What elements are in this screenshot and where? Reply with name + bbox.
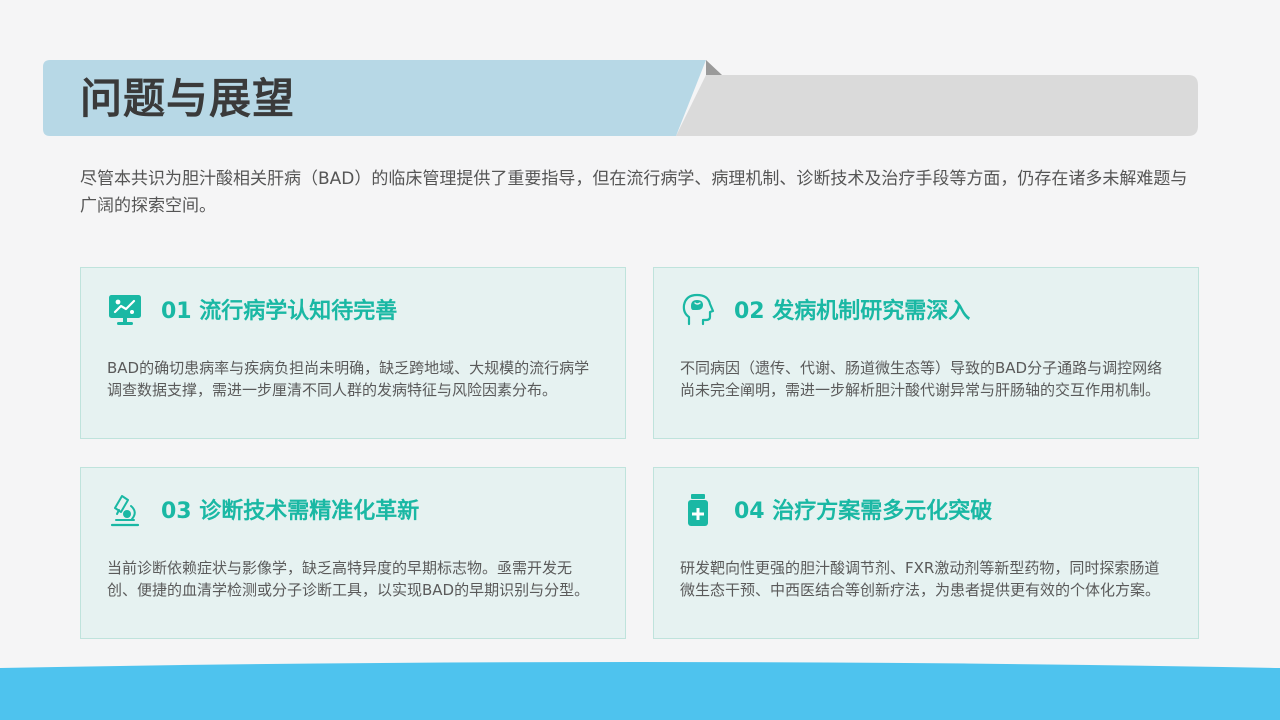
card-text: 研发靶向性更强的胆汁酸调节剂、FXR激动剂等新型药物，同时探索肠道微生态干预、中… [680,559,1161,599]
card-epidemiology: 01 流行病学认知待完善 BAD的确切患病率与疾病负担尚未明确，缺乏跨地域、大规… [80,267,626,439]
header-banner: 问题与展望 [0,0,1280,150]
card-text: 当前诊断依赖症状与影像学，缺乏高特异度的早期标志物。亟需开发无创、便捷的血清学检… [107,559,590,599]
card-title: 03 诊断技术需精准化革新 [161,499,420,524]
card-treatment: 04 治疗方案需多元化突破 研发靶向性更强的胆汁酸调节剂、FXR激动剂等新型药物… [653,467,1199,639]
medicine-bottle-icon [688,494,708,526]
card-title: 01 流行病学认知待完善 [161,299,398,324]
head-brain-icon [682,293,715,326]
intro-paragraph: 尽管本共识为胆汁酸相关肝病（BAD）的临床管理提供了重要指导，但在流行病学、病理… [80,169,1188,216]
card-title: 02 发病机制研究需深入 [734,299,971,324]
card-title: 04 治疗方案需多元化突破 [734,499,993,524]
page-title: 问题与展望 [80,74,296,123]
monitor-chart-icon [109,295,141,325]
microscope-icon [110,495,140,527]
card-pathogenesis: 02 发病机制研究需深入 不同病因（遗传、代谢、肠道微生态等）导致的BAD分子通… [653,267,1199,439]
card-text: BAD的确切患病率与疾病负担尚未明确，缺乏跨地域、大规模的流行病学调查数据支撑，… [107,359,590,399]
card-diagnosis: 03 诊断技术需精准化革新 当前诊断依赖症状与影像学，缺乏高特异度的早期标志物。… [80,467,626,639]
footer-wave [0,662,1280,720]
card-text: 不同病因（遗传、代谢、肠道微生态等）导致的BAD分子通路与调控网络尚未完全阐明，… [680,359,1163,399]
